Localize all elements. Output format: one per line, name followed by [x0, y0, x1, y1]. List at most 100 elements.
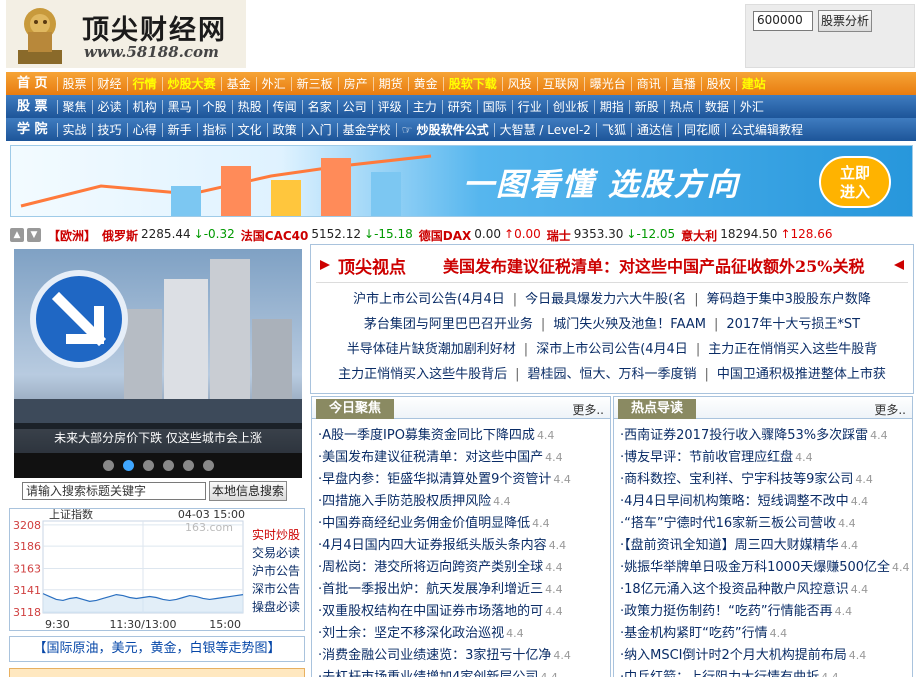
hot-reading-more-link[interactable]: 更多..: [874, 401, 906, 418]
nav-item[interactable]: 创业板: [548, 99, 595, 114]
nav-item[interactable]: 商讯: [632, 76, 667, 91]
index-link[interactable]: 交易必读: [252, 544, 304, 562]
ticker-name[interactable]: 瑞士: [547, 227, 571, 244]
nav-item[interactable]: 指标: [198, 122, 233, 137]
nav-item[interactable]: 新手: [163, 122, 198, 137]
nav-item[interactable]: 基金学校: [338, 122, 397, 137]
news-item[interactable]: ·美国发布建议征税清单：对这些中国产 4.4: [318, 447, 610, 469]
nav-item[interactable]: 实战: [58, 122, 93, 137]
slide-dot[interactable]: [162, 460, 174, 471]
nav-item[interactable]: 炒股大赛: [163, 76, 222, 91]
nav-item[interactable]: 数据: [700, 99, 735, 114]
slide-caption[interactable]: 未来大部分房价下跌 仅这些城市会上涨: [14, 423, 302, 453]
nav-item[interactable]: 通达信: [632, 122, 679, 137]
news-title[interactable]: ·姚振华举牌单日吸金万科1000天爆赚500亿全: [620, 560, 890, 575]
headline-link[interactable]: 深市上市公司公告(4月4日: [534, 342, 690, 357]
news-title[interactable]: ·刘士余：坚定不移深化政治巡视: [318, 626, 504, 641]
nav-item[interactable]: 互联网: [538, 76, 585, 91]
stock-code-input[interactable]: 600000: [753, 11, 813, 31]
nav-item[interactable]: 股票: [58, 76, 93, 91]
news-item[interactable]: ·商科数控、宝利祥、宁宇科技等9家公司 4.4: [620, 469, 912, 491]
nav-item[interactable]: 新三板: [292, 76, 339, 91]
stock-analysis-button[interactable]: 股票分析: [818, 10, 872, 32]
banner-enter-button[interactable]: 立即 进入: [819, 156, 891, 208]
news-title[interactable]: ·双重股权结构在中国证券市场落地的可: [318, 604, 543, 619]
slide-dot[interactable]: [182, 460, 194, 471]
news-item[interactable]: ·18亿元涌入这个投资品种散户风控意识 4.4: [620, 579, 912, 601]
nav-item[interactable]: 直播: [667, 76, 702, 91]
news-item[interactable]: ·姚振华举牌单日吸金万科1000天爆赚500亿全 4.4: [620, 557, 912, 579]
slide-dot[interactable]: [142, 460, 154, 471]
search-input[interactable]: 请输入搜索标题关键字: [22, 482, 206, 500]
ticker-name[interactable]: 意大利: [681, 227, 717, 244]
index-link[interactable]: 实时炒股: [252, 526, 304, 544]
news-title[interactable]: ·A股一季度IPO募集资金同比下降四成: [318, 428, 535, 443]
viewpoint-headline[interactable]: 美国发布建议征税清单：对这些中国产品征收额外25%关税: [443, 253, 864, 277]
news-title[interactable]: ·4月4日早间机构策略：短线调整不改中: [620, 494, 849, 509]
news-title[interactable]: ·美国发布建议征税清单：对这些中国产: [318, 450, 543, 465]
nav-item[interactable]: 股软下载: [444, 76, 503, 91]
news-title[interactable]: ·基金机构紧盯“吃药”行情: [620, 626, 768, 641]
slide-dot[interactable]: [122, 460, 134, 471]
nav-item[interactable]: 公式编辑教程: [726, 123, 808, 137]
nav-item[interactable]: 政策: [268, 122, 303, 137]
news-title[interactable]: ·商科数控、宝利祥、宁宇科技等9家公司: [620, 472, 853, 487]
ticker-up-icon[interactable]: ▲: [10, 228, 24, 242]
news-item[interactable]: ·4月4日早间机构策略：短线调整不改中 4.4: [620, 491, 912, 513]
news-title[interactable]: ·18亿元涌入这个投资品种散户风控意识: [620, 582, 849, 597]
news-item[interactable]: ·四措施入手防范股权质押风险 4.4: [318, 491, 610, 513]
slide-dot[interactable]: [202, 460, 214, 471]
headline-link[interactable]: 筹码趋于集中3股股东户数降: [705, 292, 873, 307]
featured-slideshow[interactable]: 未来大部分房价下跌 仅这些城市会上涨: [14, 249, 302, 478]
news-item[interactable]: ·中国券商经纪业务佣金价值明显降低 4.4: [318, 513, 610, 535]
headline-link[interactable]: 主力正在悄悄买入这些牛股背: [706, 342, 879, 357]
nav-item[interactable]: 大智慧 / Level-2: [495, 122, 597, 137]
index-link[interactable]: 沪市公告: [252, 562, 304, 580]
site-logo[interactable]: 顶尖财经网 www.58188.com: [6, 0, 246, 68]
headline-link[interactable]: 沪市上市公司公告(4月4日: [351, 292, 507, 307]
nav-item[interactable]: 入门: [303, 122, 338, 137]
nav-item[interactable]: 机构: [128, 99, 163, 114]
news-item[interactable]: ·中兵红箭：上行阻力大行情有曲折4.4: [620, 667, 912, 677]
news-title[interactable]: ·中国券商经纪业务佣金价值明显降低: [318, 516, 530, 531]
nav-item[interactable]: 研究: [443, 99, 478, 114]
nav-item[interactable]: 房产: [339, 76, 374, 91]
news-item[interactable]: ·基金机构紧盯“吃药”行情 4.4: [620, 623, 912, 645]
nav-item[interactable]: 股权: [702, 76, 737, 91]
news-item[interactable]: ·周松岗：港交所将迈向跨资产类别全球 4.4: [318, 557, 610, 579]
news-item[interactable]: ·首批一季报出炉：航天发展净利增近三 4.4: [318, 579, 610, 601]
commodity-chart-link[interactable]: 【国际原油，美元，黄金，白银等走势图】: [9, 636, 305, 662]
news-title[interactable]: ·【盘前资讯全知道】周三四大财媒精华: [620, 538, 839, 553]
nav-item[interactable]: ☞ 炒股软件公式: [397, 122, 495, 137]
nav-item[interactable]: 行情: [128, 76, 163, 91]
ticker-name[interactable]: 德国DAX: [419, 227, 472, 244]
headline-link[interactable]: 城门失火殃及池鱼！FAAM: [551, 317, 708, 332]
nav-item[interactable]: 公司: [338, 99, 373, 114]
news-item[interactable]: ·【盘前资讯全知道】周三四大财媒精华 4.4: [620, 535, 912, 557]
headline-link[interactable]: 碧桂园、恒大、万科一季度销: [525, 367, 698, 382]
news-title[interactable]: ·周松岗：港交所将迈向跨资产类别全球: [318, 560, 543, 575]
news-item[interactable]: ·刘士余：坚定不移深化政治巡视 4.4: [318, 623, 610, 645]
ticker-down-icon[interactable]: ▼: [27, 228, 41, 242]
nav-item[interactable]: 外汇: [257, 76, 292, 91]
nav-item[interactable]: 国际: [478, 99, 513, 114]
news-item[interactable]: ·“搭车”宁德时代16家新三板公司营收 4.4: [620, 513, 912, 535]
nav-item[interactable]: 基金: [222, 76, 257, 91]
nav-item[interactable]: 行业: [513, 99, 548, 114]
news-item[interactable]: ·西南证券2017投行收入骤降53%多次踩雷 4.4: [620, 425, 912, 447]
nav-item[interactable]: 个股: [198, 99, 233, 114]
nav-item[interactable]: 同花顺: [679, 122, 726, 137]
headline-link[interactable]: 2017年十大亏损王*ST: [724, 317, 862, 332]
nav-item[interactable]: 黄金: [409, 76, 444, 91]
news-item[interactable]: ·消费金融公司业绩速览：3家扭亏十亿净 4.4: [318, 645, 610, 667]
headline-link[interactable]: 中国卫通积极推进整体上市获: [715, 367, 888, 382]
news-title[interactable]: ·四措施入手防范股权质押风险: [318, 494, 491, 509]
ticker-name[interactable]: 俄罗斯: [102, 227, 138, 244]
nav-item[interactable]: 文化: [233, 122, 268, 137]
nav-item[interactable]: 期指: [595, 99, 630, 114]
news-item[interactable]: ·双重股权结构在中国证券市场落地的可 4.4: [318, 601, 610, 623]
headline-link[interactable]: 半导体硅片缺货潮加剧利好材: [345, 342, 518, 357]
nav-item[interactable]: 外汇: [735, 100, 769, 114]
headline-link[interactable]: 今日最具爆发力六大牛股(名: [523, 292, 688, 307]
nav-item[interactable]: 必读: [93, 99, 128, 114]
